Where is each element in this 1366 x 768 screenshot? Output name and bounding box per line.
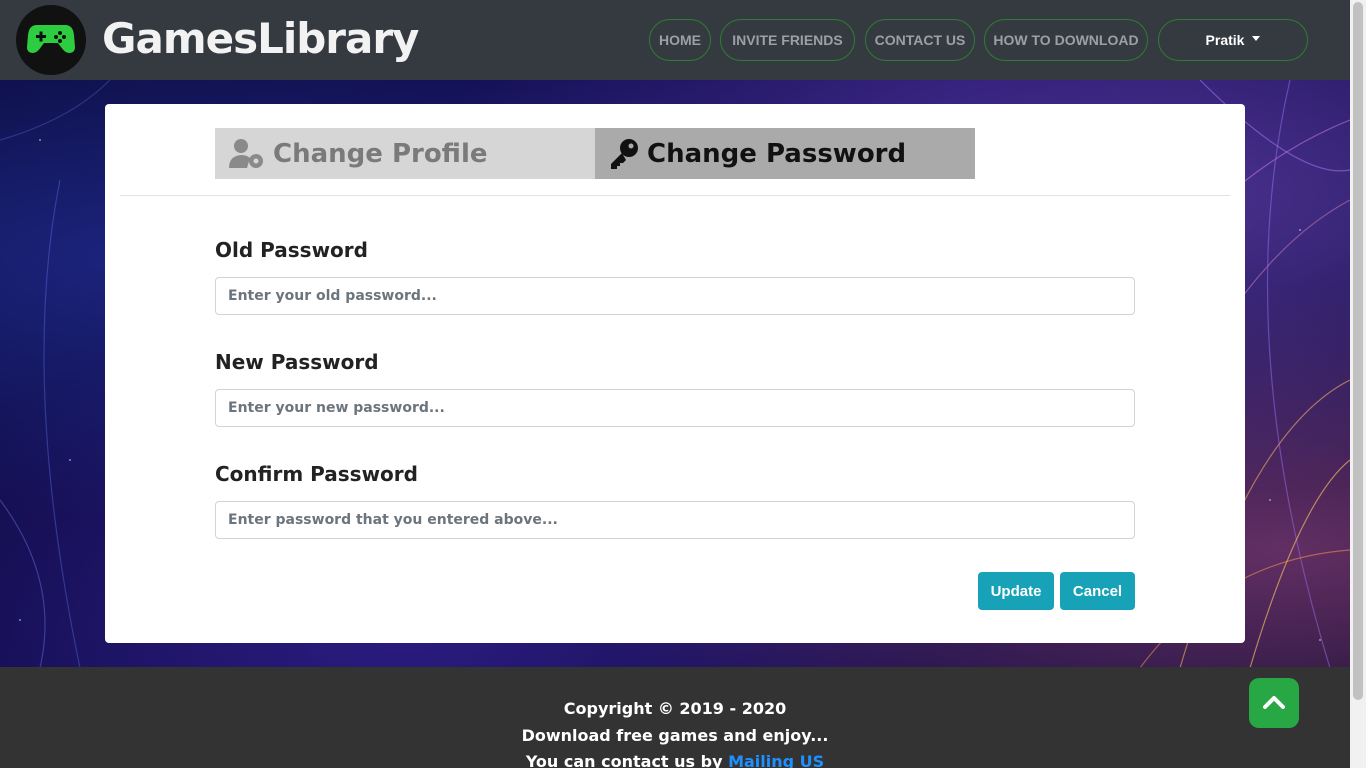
divider [120,195,1230,196]
key-icon [609,138,639,170]
gamepad-icon [27,21,75,59]
old-password-input[interactable] [215,277,1135,315]
user-name: Pratik [1205,32,1245,48]
scrollbar-thumb[interactable] [1353,2,1363,700]
footer: Copyright © 2019 - 2020 Download free ga… [0,667,1350,768]
caret-down-icon [1252,35,1261,41]
scrollbar[interactable] [1350,0,1366,768]
confirm-password-input[interactable] [215,501,1135,539]
nav-how-to-download[interactable]: HOW TO DOWNLOAD [984,19,1148,61]
tab-change-profile-label: Change Profile [273,138,488,169]
tab-change-password-label: Change Password [647,138,907,169]
settings-card: Change Profile Change Password Old Passw… [105,104,1245,643]
old-password-label: Old Password [215,238,368,262]
nav-invite-friends[interactable]: INVITE FRIENDS [720,19,855,61]
footer-copyright: Copyright © 2019 - 2020 [563,699,787,718]
nav-home[interactable]: HOME [649,19,711,61]
logo[interactable] [16,5,86,75]
chevron-up-icon [1263,694,1285,713]
footer-tagline: Download free games and enjoy... [521,726,829,745]
new-password-label: New Password [215,350,379,374]
nav-contact-us[interactable]: CONTACT US [865,19,975,61]
cancel-button[interactable]: Cancel [1060,572,1135,610]
footer-contact: You can contact us by Mailing US [0,752,1350,768]
brand-name[interactable]: GamesLibrary [102,14,419,63]
new-password-input[interactable] [215,389,1135,427]
scroll-to-top-button[interactable] [1249,678,1299,728]
navbar: GamesLibrary HOME INVITE FRIENDS CONTACT… [0,0,1350,80]
tab-change-profile[interactable]: Change Profile [215,128,595,179]
user-cog-icon [229,138,265,170]
mailing-us-link[interactable]: Mailing US [728,752,824,768]
user-menu-button[interactable]: Pratik [1158,19,1308,61]
update-button[interactable]: Update [978,572,1054,610]
tab-change-password[interactable]: Change Password [595,128,975,179]
footer-contact-text: You can contact us by [525,752,729,768]
confirm-password-label: Confirm Password [215,462,418,486]
